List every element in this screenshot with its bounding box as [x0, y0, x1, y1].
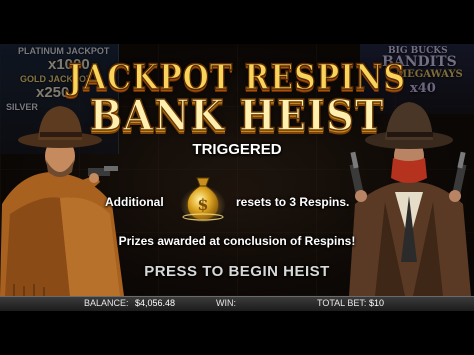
- title-bank-heist: BANK HEIST: [89, 90, 385, 141]
- total-bet-label: TOTAL BET:: [317, 298, 367, 308]
- prizes-text: Prizes awarded at conclusion of Respins!: [118, 234, 356, 248]
- triggered-text: TRIGGERED: [192, 141, 282, 158]
- total-bet-value: $10: [369, 298, 385, 308]
- info-additional: Additional: [105, 195, 164, 209]
- game-scene: PLATINUM JACKPOT x1000 GOLD JACKPOT x250…: [0, 44, 474, 296]
- bottom-letterbox: [0, 311, 474, 355]
- game-screen: PLATINUM JACKPOT x1000 GOLD JACKPOT x250…: [0, 0, 474, 355]
- status-bar: BALANCE: $4,056.48 WIN: TOTAL BET: $10: [0, 296, 474, 312]
- win-label: WIN:: [216, 298, 236, 308]
- balance-value: $4,056.48: [135, 298, 176, 308]
- top-letterbox: [0, 0, 474, 44]
- info-resets: resets to 3 Respins.: [236, 195, 350, 209]
- balance-label: BALANCE:: [84, 298, 129, 308]
- money-bag-icon: $: [180, 177, 226, 222]
- press-to-begin-button[interactable]: PRESS TO BEGIN HEIST: [0, 263, 474, 280]
- svg-text:$: $: [197, 195, 208, 214]
